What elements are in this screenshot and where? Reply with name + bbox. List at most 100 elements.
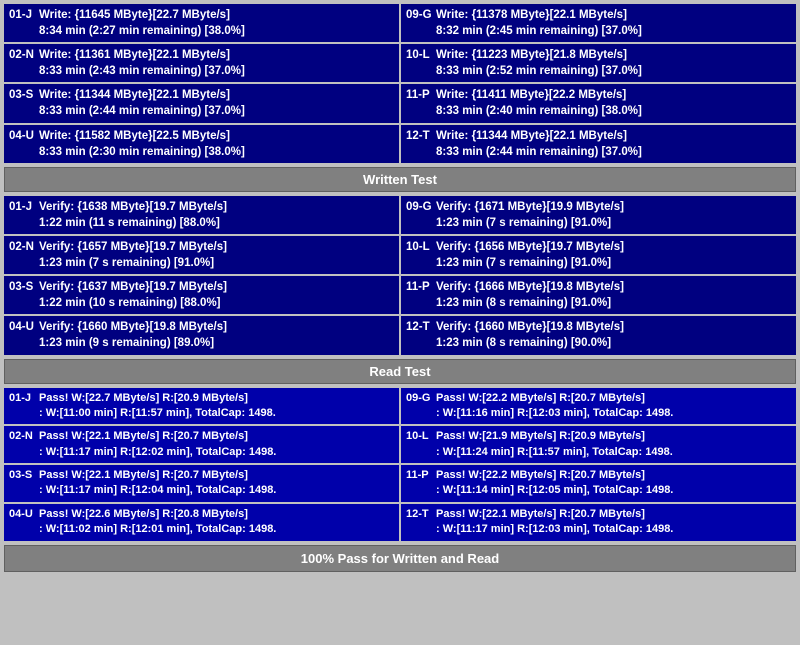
grid-cell: 09-G Verify: {1671 MByte}[19.9 MByte/s] … <box>401 196 796 234</box>
row-id: 09-G <box>406 199 436 215</box>
write-section: 01-J Write: {11645 MByte}[22.7 MByte/s] … <box>4 4 796 163</box>
written-test-label: Written Test <box>4 167 796 192</box>
grid-cell: 01-J Pass! W:[22.7 MByte/s] R:[20.9 MByt… <box>4 388 399 425</box>
cell-line2: 8:33 min (2:52 min remaining) [37.0%] <box>436 63 791 79</box>
cell-content: Pass! W:[22.1 MByte/s] R:[20.7 MByte/s] … <box>436 507 791 538</box>
row-id: 01-J <box>9 199 39 215</box>
cell-line2: 1:23 min (8 s remaining) [90.0%] <box>436 335 791 351</box>
grid-cell: 11-P Pass! W:[22.2 MByte/s] R:[20.7 MByt… <box>401 465 796 502</box>
cell-line1: Write: {11223 MByte}[21.8 MByte/s] <box>436 47 791 63</box>
cell-line1: Write: {11411 MByte}[22.2 MByte/s] <box>436 87 791 103</box>
grid-cell: 02-N Write: {11361 MByte}[22.1 MByte/s] … <box>4 44 399 82</box>
cell-content: Write: {11344 MByte}[22.1 MByte/s] 8:33 … <box>39 87 394 119</box>
cell-line1: Verify: {1671 MByte}[19.9 MByte/s] <box>436 199 791 215</box>
main-container: 01-J Write: {11645 MByte}[22.7 MByte/s] … <box>0 0 800 576</box>
verify-grid: 01-J Verify: {1638 MByte}[19.7 MByte/s] … <box>4 196 796 355</box>
cell-line2: 1:22 min (11 s remaining) [88.0%] <box>39 215 394 231</box>
cell-line1: Pass! W:[21.9 MByte/s] R:[20.9 MByte/s] <box>436 429 791 444</box>
cell-content: Verify: {1656 MByte}[19.7 MByte/s] 1:23 … <box>436 239 791 271</box>
cell-content: Pass! W:[22.7 MByte/s] R:[20.9 MByte/s] … <box>39 391 394 422</box>
cell-content: Pass! W:[22.1 MByte/s] R:[20.7 MByte/s] … <box>39 429 394 460</box>
cell-line2: 8:34 min (2:27 min remaining) [38.0%] <box>39 23 394 39</box>
cell-line1: Pass! W:[22.7 MByte/s] R:[20.9 MByte/s] <box>39 391 394 406</box>
row-id: 11-P <box>406 87 436 103</box>
cell-line1: Pass! W:[22.2 MByte/s] R:[20.7 MByte/s] <box>436 468 791 483</box>
cell-line2: 8:33 min (2:30 min remaining) [38.0%] <box>39 144 394 160</box>
cell-content: Verify: {1657 MByte}[19.7 MByte/s] 1:23 … <box>39 239 394 271</box>
row-id: 10-L <box>406 239 436 255</box>
row-id: 11-P <box>406 468 436 483</box>
grid-cell: 11-P Write: {11411 MByte}[22.2 MByte/s] … <box>401 84 796 122</box>
grid-cell: 03-S Verify: {1637 MByte}[19.7 MByte/s] … <box>4 276 399 314</box>
cell-content: Write: {11378 MByte}[22.1 MByte/s] 8:32 … <box>436 7 791 39</box>
row-id: 12-T <box>406 319 436 335</box>
cell-line1: Write: {11344 MByte}[22.1 MByte/s] <box>436 128 791 144</box>
row-id: 03-S <box>9 468 39 483</box>
grid-cell: 03-S Write: {11344 MByte}[22.1 MByte/s] … <box>4 84 399 122</box>
cell-line2: 1:22 min (10 s remaining) [88.0%] <box>39 295 394 311</box>
cell-line2: 8:33 min (2:44 min remaining) [37.0%] <box>39 103 394 119</box>
cell-line1: Verify: {1666 MByte}[19.8 MByte/s] <box>436 279 791 295</box>
cell-line1: Write: {11361 MByte}[22.1 MByte/s] <box>39 47 394 63</box>
cell-line2: 1:23 min (7 s remaining) [91.0%] <box>436 255 791 271</box>
cell-line1: Write: {11378 MByte}[22.1 MByte/s] <box>436 7 791 23</box>
grid-cell: 11-P Verify: {1666 MByte}[19.8 MByte/s] … <box>401 276 796 314</box>
cell-line2: : W:[11:17 min] R:[12:02 min], TotalCap:… <box>39 445 394 460</box>
cell-content: Verify: {1660 MByte}[19.8 MByte/s] 1:23 … <box>39 319 394 351</box>
cell-line1: Pass! W:[22.1 MByte/s] R:[20.7 MByte/s] <box>39 468 394 483</box>
grid-cell: 10-L Verify: {1656 MByte}[19.7 MByte/s] … <box>401 236 796 274</box>
cell-line1: Pass! W:[22.2 MByte/s] R:[20.7 MByte/s] <box>436 391 791 406</box>
cell-line2: 1:23 min (7 s remaining) [91.0%] <box>436 215 791 231</box>
grid-cell: 01-J Write: {11645 MByte}[22.7 MByte/s] … <box>4 4 399 42</box>
cell-line1: Verify: {1656 MByte}[19.7 MByte/s] <box>436 239 791 255</box>
cell-line2: 8:33 min (2:40 min remaining) [38.0%] <box>436 103 791 119</box>
cell-content: Verify: {1666 MByte}[19.8 MByte/s] 1:23 … <box>436 279 791 311</box>
grid-cell: 10-L Write: {11223 MByte}[21.8 MByte/s] … <box>401 44 796 82</box>
cell-line2: 1:23 min (7 s remaining) [91.0%] <box>39 255 394 271</box>
cell-line1: Verify: {1638 MByte}[19.7 MByte/s] <box>39 199 394 215</box>
grid-cell: 04-U Pass! W:[22.6 MByte/s] R:[20.8 MByt… <box>4 504 399 541</box>
cell-line2: : W:[11:02 min] R:[12:01 min], TotalCap:… <box>39 522 394 537</box>
grid-cell: 04-U Verify: {1660 MByte}[19.8 MByte/s] … <box>4 316 399 354</box>
cell-content: Write: {11645 MByte}[22.7 MByte/s] 8:34 … <box>39 7 394 39</box>
grid-cell: 02-N Pass! W:[22.1 MByte/s] R:[20.7 MByt… <box>4 426 399 463</box>
cell-content: Pass! W:[21.9 MByte/s] R:[20.9 MByte/s] … <box>436 429 791 460</box>
row-id: 01-J <box>9 7 39 23</box>
row-id: 04-U <box>9 507 39 522</box>
cell-line1: Pass! W:[22.1 MByte/s] R:[20.7 MByte/s] <box>39 429 394 444</box>
grid-cell: 01-J Verify: {1638 MByte}[19.7 MByte/s] … <box>4 196 399 234</box>
row-id: 12-T <box>406 128 436 144</box>
cell-line2: 8:32 min (2:45 min remaining) [37.0%] <box>436 23 791 39</box>
cell-line2: : W:[11:14 min] R:[12:05 min], TotalCap:… <box>436 483 791 498</box>
read-grid: 01-J Pass! W:[22.7 MByte/s] R:[20.9 MByt… <box>4 388 796 541</box>
cell-line2: 8:33 min (2:44 min remaining) [37.0%] <box>436 144 791 160</box>
cell-content: Verify: {1637 MByte}[19.7 MByte/s] 1:22 … <box>39 279 394 311</box>
read-section: 01-J Pass! W:[22.7 MByte/s] R:[20.9 MByt… <box>4 388 796 541</box>
cell-line1: Pass! W:[22.6 MByte/s] R:[20.8 MByte/s] <box>39 507 394 522</box>
cell-line1: Verify: {1657 MByte}[19.7 MByte/s] <box>39 239 394 255</box>
write-grid: 01-J Write: {11645 MByte}[22.7 MByte/s] … <box>4 4 796 163</box>
grid-cell: 09-G Write: {11378 MByte}[22.1 MByte/s] … <box>401 4 796 42</box>
cell-content: Pass! W:[22.2 MByte/s] R:[20.7 MByte/s] … <box>436 468 791 499</box>
cell-content: Write: {11223 MByte}[21.8 MByte/s] 8:33 … <box>436 47 791 79</box>
grid-cell: 09-G Pass! W:[22.2 MByte/s] R:[20.7 MByt… <box>401 388 796 425</box>
row-id: 12-T <box>406 507 436 522</box>
row-id: 03-S <box>9 279 39 295</box>
grid-cell: 10-L Pass! W:[21.9 MByte/s] R:[20.9 MByt… <box>401 426 796 463</box>
cell-content: Pass! W:[22.6 MByte/s] R:[20.8 MByte/s] … <box>39 507 394 538</box>
cell-line1: Verify: {1660 MByte}[19.8 MByte/s] <box>39 319 394 335</box>
row-id: 01-J <box>9 391 39 406</box>
row-id: 02-N <box>9 429 39 444</box>
cell-content: Verify: {1638 MByte}[19.7 MByte/s] 1:22 … <box>39 199 394 231</box>
cell-line2: : W:[11:16 min] R:[12:03 min], TotalCap:… <box>436 406 791 421</box>
grid-cell: 12-T Pass! W:[22.1 MByte/s] R:[20.7 MByt… <box>401 504 796 541</box>
cell-line2: : W:[11:24 min] R:[11:57 min], TotalCap:… <box>436 445 791 460</box>
cell-content: Write: {11344 MByte}[22.1 MByte/s] 8:33 … <box>436 128 791 160</box>
row-id: 02-N <box>9 239 39 255</box>
cell-line1: Write: {11582 MByte}[22.5 MByte/s] <box>39 128 394 144</box>
row-id: 09-G <box>406 7 436 23</box>
cell-content: Pass! W:[22.2 MByte/s] R:[20.7 MByte/s] … <box>436 391 791 422</box>
grid-cell: 04-U Write: {11582 MByte}[22.5 MByte/s] … <box>4 125 399 163</box>
cell-content: Pass! W:[22.1 MByte/s] R:[20.7 MByte/s] … <box>39 468 394 499</box>
cell-line1: Write: {11344 MByte}[22.1 MByte/s] <box>39 87 394 103</box>
